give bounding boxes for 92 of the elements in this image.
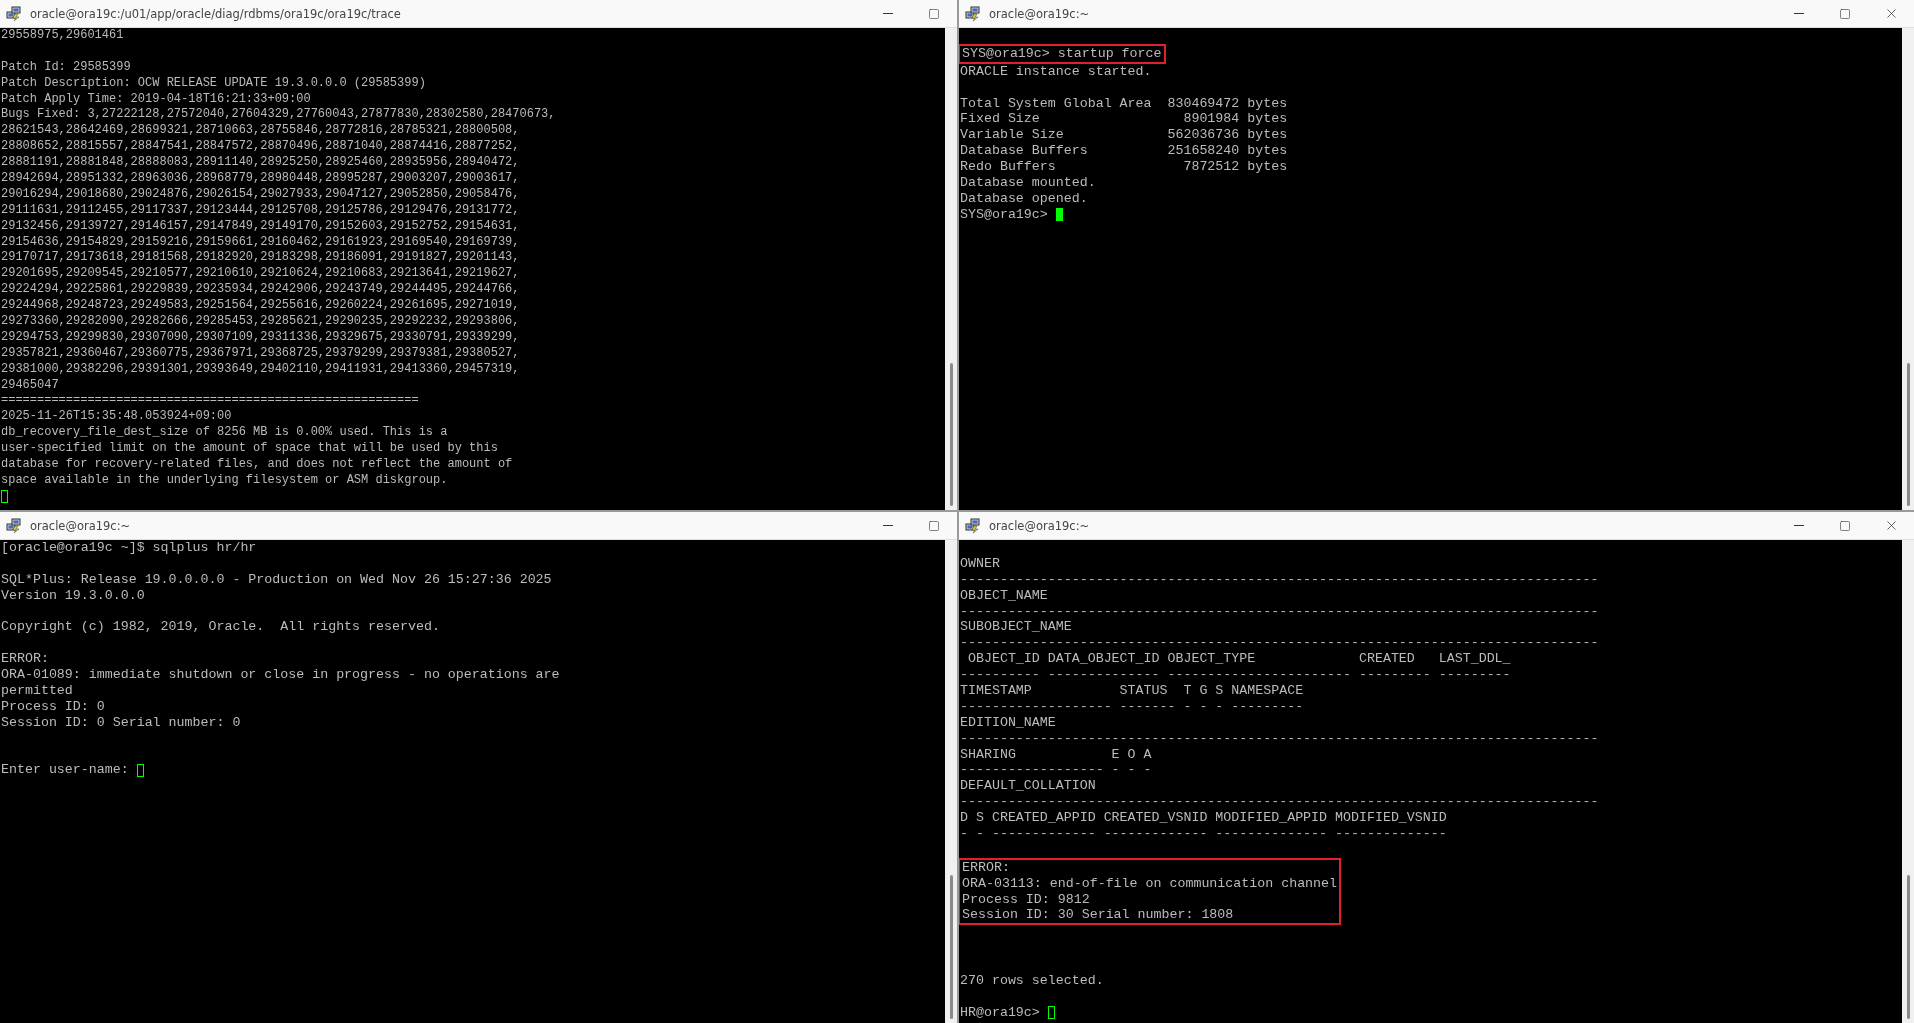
terminal-line: SUBOBJECT_NAME bbox=[960, 619, 1073, 636]
terminal-line: 28881191,28881848,28888083,28911140,28925250,28925460,28935956,28940472, bbox=[1, 155, 521, 171]
minimize-icon bbox=[1794, 13, 1804, 14]
maximize-icon bbox=[928, 7, 940, 20]
terminal-line: Database mounted. bbox=[960, 175, 1097, 191]
terminal-line: db_recovery_file_dest_size of 8256 MB is 0.00% used. This is a bbox=[1, 425, 449, 442]
terminal-line: database for recovery-related files, and does not reflect the amount of bbox=[1, 457, 514, 473]
terminal-line: Copyright (c) 1982, 2019, Oracle. All rights reserved. bbox=[1, 619, 440, 636]
window-title: oracle@ora19c:~ bbox=[30, 518, 132, 533]
terminal-line: TIMESTAMP STATUS T G S NAMESPACE bbox=[960, 683, 1305, 699]
terminal-line: 29244968,29248723,29249583,29251564,29255616,29260224,29261695,29271019, bbox=[1, 298, 521, 315]
terminal-line: 29132456,29139727,29146157,29147849,29149170,29152603,29152752,29154631, bbox=[1, 218, 521, 235]
computer-icon bbox=[6, 517, 22, 534]
terminal-line: ------------------ - - - bbox=[960, 762, 1153, 779]
terminal-line: ERROR: bbox=[1, 651, 50, 668]
terminal-line: 29201695,29209545,29210577,29210610,29210624,29210683,29213641,29219627, bbox=[1, 266, 521, 283]
scrollbar[interactable] bbox=[945, 540, 957, 1023]
window-title: oracle@ora19c:/u01/app/oracle/diag/rdbms/ora19c/ora19c/trace bbox=[30, 6, 402, 21]
computer-icon bbox=[6, 5, 22, 22]
terminal-line: [oracle@ora19c ~]$ sqlplus hr/hr bbox=[1, 540, 257, 556]
terminal-line: Total System Global Area 830469472 bytes bbox=[960, 95, 1288, 112]
terminal-line: SQL*Plus: Release 19.0.0.0.0 - Production on Wed Nov 26 15:27:36 2025 bbox=[1, 571, 552, 588]
window-title: oracle@ora19c:~ bbox=[989, 518, 1091, 533]
terminal-line: Fixed Size 8901984 bytes bbox=[960, 111, 1288, 128]
terminal-line: 29111631,29112455,29117337,29123444,29125708,29125786,29129476,29131772, bbox=[1, 202, 521, 219]
terminal-line: OWNER bbox=[960, 555, 1001, 572]
terminal-line: permitted bbox=[1, 683, 74, 699]
terminal-line: Database Buffers 251658240 bytes bbox=[960, 143, 1288, 160]
terminal-line: 29558975,29601461 bbox=[1, 28, 124, 44]
terminal-line: OBJECT_NAME bbox=[960, 587, 1049, 604]
minimize-icon bbox=[883, 525, 893, 526]
prompt-text: HR@ora19c> bbox=[960, 1004, 1040, 1021]
terminal-line: Session ID: 0 Serial number: 0 bbox=[1, 714, 242, 731]
prompt-text: Enter user-name: bbox=[1, 762, 129, 779]
maximize-icon bbox=[1839, 519, 1851, 532]
terminal-line: EDITION_NAME bbox=[960, 714, 1057, 731]
terminal-line: -------------------------------------------------------------------------------- bbox=[960, 794, 1599, 811]
terminal-line: Patch Id: 29585399 bbox=[1, 59, 132, 76]
terminal-line: ========================================================== bbox=[1, 393, 420, 410]
window-title: oracle@ora19c:~ bbox=[989, 6, 1091, 21]
terminal-line: -------------------------------------------------------------------------------- bbox=[960, 730, 1599, 747]
terminal-line: 28942694,28951332,28963036,28968779,28980448,28995287,29003207,29003617, bbox=[1, 171, 521, 187]
terminal-line: -------------------------------------------------------------------------------- bbox=[960, 603, 1599, 620]
minimize-icon bbox=[883, 13, 893, 14]
scrollbar[interactable] bbox=[1902, 540, 1914, 1023]
computer-icon bbox=[965, 517, 981, 534]
terminal-line: 28621543,28642469,28699321,28710663,28755846,28772816,28785321,28800508, bbox=[1, 123, 521, 140]
terminal-line: Redo Buffers 7872512 bytes bbox=[960, 159, 1288, 175]
terminal-line: 29170717,29173618,29181568,29182920,29183298,29186091,29191827,29201143, bbox=[1, 250, 521, 267]
terminal-line: 29224294,29225861,29229839,29235934,29242906,29243749,29244495,29244766, bbox=[1, 282, 521, 299]
terminal-line: 29381000,29382296,29391301,29393649,29402110,29411931,29413360,29457319, bbox=[1, 361, 521, 378]
terminal-line: Version 19.3.0.0.0 bbox=[1, 587, 146, 604]
terminal-line: ---------- -------------- ----------------------- --------- --------- bbox=[960, 667, 1512, 683]
terminal-line: -------------------------------------------------------------------------------- bbox=[960, 571, 1599, 588]
terminal-line: 270 rows selected. bbox=[960, 973, 1104, 989]
scrollbar[interactable] bbox=[945, 28, 957, 510]
scrollbar[interactable] bbox=[1902, 28, 1914, 510]
terminal-line: 28808652,28815557,28847541,28847572,28870496,28871040,28874416,28877252, bbox=[1, 139, 521, 156]
terminal-line: 29273360,29282090,29282666,29285453,29285621,29290235,29292232,29293806, bbox=[1, 314, 521, 330]
maximize-icon bbox=[928, 519, 940, 532]
terminal-line: SYS@ora19c> startup force bbox=[962, 45, 1162, 62]
terminal-line: ORA-01089: immediate shutdown or close in progress - no operations are bbox=[1, 667, 560, 683]
terminal-line: Session ID: 30 Serial number: 1808 bbox=[962, 907, 1235, 924]
terminal-line: DEFAULT_COLLATION bbox=[960, 778, 1097, 795]
terminal-line: SHARING E O A bbox=[960, 746, 1153, 763]
terminal-line: ERROR: bbox=[962, 859, 1011, 876]
terminal-line: -------------------------------------------------------------------------------- bbox=[960, 635, 1599, 652]
terminal-line: 29357821,29360467,29360775,29367971,29368725,29379299,29379381,29380527, bbox=[1, 345, 521, 362]
terminal-line: OBJECT_ID DATA_OBJECT_ID OBJECT_TYPE CREATED LAST_DDL_ bbox=[966, 651, 1512, 668]
terminal-line: D S CREATED_APPID CREATED_VSNID MODIFIED_APPID MODIFIED_VSNID bbox=[960, 810, 1448, 827]
terminal-line: 29465047 bbox=[1, 377, 60, 394]
terminal-line: ------------------- ------- - - - --------- bbox=[960, 698, 1305, 715]
terminal-line: Patch Apply Time: 2019-04-18T16:21:33+09:00 bbox=[1, 91, 312, 108]
maximize-icon bbox=[1839, 7, 1851, 20]
terminal-line: 29154636,29154829,29159216,29159661,29160462,29161923,29169540,29169739, bbox=[1, 234, 521, 251]
terminal-line: Process ID: 0 bbox=[1, 698, 106, 715]
terminal-line: space available in the underlying filesystem or ASM diskgroup. bbox=[1, 472, 449, 489]
minimize-icon bbox=[1794, 525, 1804, 526]
terminal-line: Process ID: 9812 bbox=[962, 891, 1091, 908]
computer-icon bbox=[965, 5, 981, 22]
terminal-line: Patch Description: OCW RELEASE UPDATE 19.3.0.0.0 (29585399) bbox=[1, 75, 427, 92]
terminal-line: ORA-03113: end-of-file on communication channel bbox=[962, 875, 1338, 892]
terminal-line: 2025-11-26T15:35:48.053924+09:00 bbox=[1, 409, 233, 426]
terminal-line: Database opened. bbox=[960, 190, 1089, 207]
terminal-line: - - ------------- ------------- -------------- -------------- bbox=[960, 826, 1448, 842]
terminal-line: 29016294,29018680,29024876,29026154,29027933,29047127,29052850,29058476, bbox=[1, 186, 521, 203]
terminal-line: Variable Size 562036736 bytes bbox=[960, 127, 1288, 144]
terminal-line: ORACLE instance started. bbox=[960, 63, 1152, 80]
terminal-line: 29294753,29299830,29307090,29307109,29311336,29329675,29330791,29339299, bbox=[1, 329, 521, 346]
terminal-line: Bugs Fixed: 3,27222128,27572040,27604329,27760043,27877830,28302580,28470673, bbox=[1, 107, 556, 124]
terminal-line: user-specified limit on the amount of space that will be used by this bbox=[1, 441, 499, 458]
prompt-text: SYS@ora19c> bbox=[960, 206, 1048, 223]
